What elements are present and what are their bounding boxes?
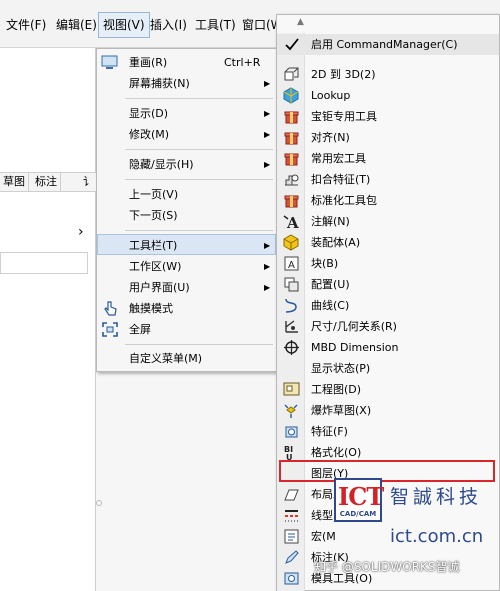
- line-format-icon: [283, 507, 300, 524]
- toolbar-item-display-state[interactable]: 显示状态(P): [277, 358, 499, 379]
- toolbar-item-drawing[interactable]: 工程图(D): [277, 379, 499, 400]
- view-menu-item-user-interface[interactable]: 用户界面(U) ▶: [97, 277, 276, 298]
- format-icon: BI U: [283, 444, 300, 462]
- mbd-dimension-icon: [283, 339, 300, 356]
- toolbar-item-annotation[interactable]: A 注解(N): [277, 211, 499, 232]
- panel-filter-box[interactable]: [0, 252, 88, 274]
- view-menu-item-customize-menu[interactable]: 自定义菜单(M): [97, 348, 276, 369]
- menu-tools[interactable]: 工具(T): [191, 14, 240, 36]
- tab-sketch[interactable]: 草图: [0, 173, 29, 191]
- standard-toolbox-icon: [283, 192, 300, 209]
- markup-icon: [283, 549, 300, 566]
- toolbar-item-macro-tools[interactable]: 常用宏工具: [277, 148, 499, 169]
- fullscreen-icon: [101, 321, 119, 338]
- view-menu-item-next-page[interactable]: 下一页(S): [97, 205, 276, 226]
- submenu-arrow-icon: ▶: [264, 109, 271, 118]
- tab-markup[interactable]: 标注: [32, 173, 61, 191]
- ict-logo: ICT CAD/CAM: [334, 478, 384, 522]
- 2d-to-3d-icon: [283, 66, 300, 83]
- company-name: 智誠科技: [390, 486, 483, 508]
- toolbar-item-lookup[interactable]: Lookup: [277, 85, 499, 106]
- dimension-relation-icon: [283, 318, 300, 335]
- align-icon: [283, 129, 300, 146]
- scroll-dot: [96, 500, 102, 506]
- view-menu-item-touch-mode[interactable]: 触摸模式: [97, 298, 276, 319]
- view-menu-item-workspace[interactable]: 工作区(W) ▶: [97, 256, 276, 277]
- graphics-area: [96, 374, 276, 591]
- view-menu-item-toolbars[interactable]: 工具栏(T) ▶: [97, 234, 276, 255]
- menu-file[interactable]: 文件(F): [2, 14, 50, 36]
- toolbar-item-assembly[interactable]: 装配体(A): [277, 232, 499, 253]
- feature-icon: [283, 423, 300, 440]
- view-menu-item-fullscreen[interactable]: 全屏: [97, 319, 276, 340]
- command-tabs: 草图 标注 讠: [0, 172, 96, 192]
- toolbar-item-feature[interactable]: 特征(F): [277, 421, 499, 442]
- view-menu-item-previous-page[interactable]: 上一页(V): [97, 184, 276, 205]
- macro-tools-icon: [283, 150, 300, 167]
- toolbar-item-commandmanager[interactable]: 启用 CommandManager(C): [277, 34, 499, 55]
- toolbar-item-2d-to-3d[interactable]: 2D 到 3D(2): [277, 64, 499, 85]
- menu-insert[interactable]: 插入(I): [146, 14, 191, 36]
- redraw-icon: [101, 54, 119, 71]
- scroll-up-icon[interactable]: ▲: [297, 17, 304, 27]
- view-menu-item-screen-capture[interactable]: 屏幕捕获(N) ▶: [97, 73, 276, 94]
- toolbar-item-explode-sketch[interactable]: 爆炸草图(X): [277, 400, 499, 421]
- toolbar-item-curve[interactable]: 曲线(C): [277, 295, 499, 316]
- chevron-right-icon[interactable]: ›: [78, 224, 84, 240]
- toolbar-item-standard-toolbox[interactable]: 标准化工具包: [277, 190, 499, 211]
- view-menu-item-redraw[interactable]: 重画(R) Ctrl+R: [97, 52, 276, 73]
- company-url: ict.com.cn: [390, 526, 484, 547]
- svg-text:A: A: [288, 260, 295, 271]
- menu-edit[interactable]: 编辑(E): [52, 14, 101, 36]
- macro-icon: [283, 528, 300, 545]
- block-icon: A: [283, 255, 300, 272]
- toolbar-item-block[interactable]: A 块(B): [277, 253, 499, 274]
- submenu-arrow-icon: ▶: [264, 283, 271, 292]
- menu-divider: [125, 98, 273, 99]
- menu-divider: [125, 344, 273, 345]
- tab-partial[interactable]: 讠: [80, 173, 97, 191]
- submenu-arrow-icon: ▶: [264, 160, 271, 169]
- svg-text:A: A: [286, 214, 299, 230]
- annotation-icon: A: [283, 213, 300, 232]
- shortcut-text: Ctrl+R: [224, 56, 261, 69]
- view-menu-item-hide-show[interactable]: 隐藏/显示(H) ▶: [97, 154, 276, 175]
- submenu-arrow-icon: ▶: [264, 130, 271, 139]
- menu-view[interactable]: 视图(V): [98, 12, 150, 38]
- submenu-arrow-icon: ▶: [264, 79, 271, 88]
- toolbar-item-mbd-dimension[interactable]: MBD Dimension: [277, 337, 499, 358]
- toolbar-item-baoju-tools[interactable]: 宝钜专用工具: [277, 106, 499, 127]
- toolbar-item-align[interactable]: 对齐(N): [277, 127, 499, 148]
- menu-divider: [125, 149, 273, 150]
- toolbar-item-dimension-relation[interactable]: 尺寸/几何关系(R): [277, 316, 499, 337]
- menu-divider: [125, 230, 273, 231]
- explode-sketch-icon: [283, 402, 300, 419]
- feature-manager-panel: [0, 48, 96, 591]
- toolbar-item-configuration[interactable]: 配置(U): [277, 274, 499, 295]
- assembly-icon: [283, 234, 300, 251]
- view-menu: 重画(R) Ctrl+R 屏幕捕获(N) ▶ 显示(D) ▶ 修改(M) ▶ 隐…: [96, 48, 277, 372]
- toolbar-item-fastening-feature[interactable]: 扣合特征(T): [277, 169, 499, 190]
- gift-box-icon: [283, 108, 300, 125]
- submenu-arrow-icon: ▶: [264, 241, 271, 250]
- lookup-icon: [283, 87, 300, 104]
- checkmark-icon: [283, 36, 300, 53]
- touch-mode-icon: [101, 300, 119, 317]
- fastening-feature-icon: [283, 171, 300, 188]
- submenu-arrow-icon: ▶: [264, 262, 271, 271]
- layout-tools-icon: [283, 486, 300, 503]
- view-menu-item-display[interactable]: 显示(D) ▶: [97, 103, 276, 124]
- curve-icon: [283, 297, 300, 314]
- watermark: ICT CAD/CAM 智誠科技 ict.com.cn 知乎 @SOLIDWOR…: [314, 478, 500, 588]
- view-menu-item-modify[interactable]: 修改(M) ▶: [97, 124, 276, 145]
- configuration-icon: [283, 276, 300, 293]
- menu-divider: [125, 179, 273, 180]
- zhihu-credit: 知乎 @SOLIDWORKS智诚: [314, 560, 460, 574]
- drawing-icon: [283, 381, 300, 398]
- mold-tools-icon: [283, 570, 300, 587]
